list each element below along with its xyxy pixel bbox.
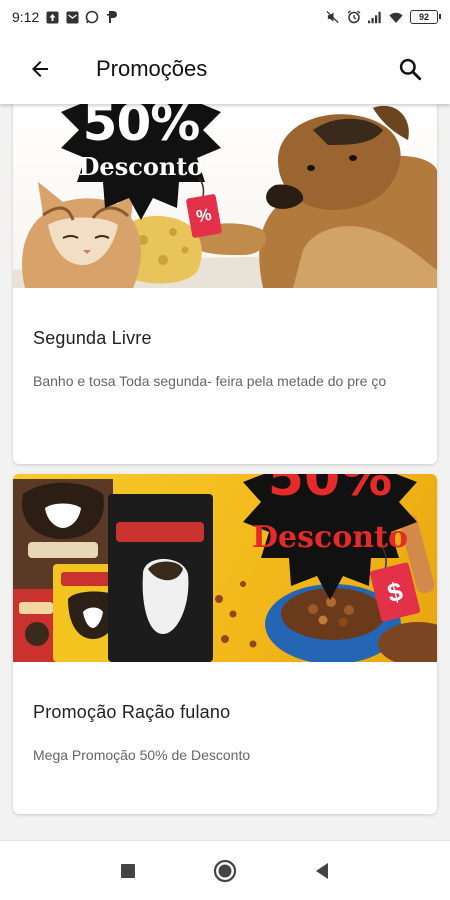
triangle-back-icon: [315, 862, 328, 879]
whatsapp-icon: [85, 10, 99, 24]
status-right: 92: [326, 10, 441, 24]
promotion-image: 50% Desconto %: [13, 104, 437, 288]
promotion-title: Segunda Livre: [33, 328, 152, 348]
upload-icon: [45, 10, 59, 24]
circle-home-icon: [213, 859, 237, 882]
mail-icon: [65, 10, 79, 24]
signal-icon: [368, 10, 382, 24]
promotion-description: Banho e tosa Toda segunda- feira pela me…: [33, 373, 387, 389]
search-icon: [399, 58, 422, 81]
recents-button[interactable]: [108, 851, 148, 891]
promotion-card[interactable]: 50% Desconto % Segunda Livre Banho e tos…: [13, 104, 437, 464]
card-body: Segunda Livre Banho e tosa Toda segunda-…: [13, 328, 437, 394]
search-button[interactable]: [390, 49, 430, 89]
system-nav-bar: [0, 840, 450, 900]
app-bar: Promoções: [0, 34, 450, 104]
payment-app-icon: [105, 10, 119, 24]
promotion-title: Promoção Ração fulano: [33, 702, 231, 722]
arrow-left-icon: [32, 61, 48, 77]
discount-value: 50%: [267, 474, 393, 508]
card-body: Promoção Ração fulano Mega Promoção 50% …: [13, 702, 437, 768]
tag-symbol: %: [194, 204, 214, 227]
status-left: 9:12: [12, 9, 119, 25]
promotion-image: 50% Desconto $: [13, 474, 437, 662]
back-button[interactable]: [20, 49, 60, 89]
discount-value: 50%: [82, 104, 201, 152]
page-title: Promoções: [96, 56, 208, 81]
square-recents-icon: [121, 863, 136, 878]
promotion-card[interactable]: 50% Desconto $ Promoção Ração fulano Meg…: [13, 474, 437, 814]
promotions-list: 50% Desconto % Segunda Livre Banho e tos…: [0, 104, 450, 840]
status-bar: 9:12 92: [0, 0, 450, 34]
mute-icon: [326, 10, 340, 24]
discount-label: Desconto: [252, 520, 408, 555]
status-time: 9:12: [12, 9, 40, 25]
tag-symbol: $: [384, 575, 406, 608]
alarm-icon: [347, 10, 361, 24]
back-nav-button[interactable]: [302, 851, 342, 891]
home-button[interactable]: [205, 851, 245, 891]
discount-label: Desconto: [78, 152, 204, 181]
wifi-icon: [389, 10, 403, 24]
promotion-description: Mega Promoção 50% de Desconto: [33, 747, 251, 763]
battery-icon: 92: [410, 10, 441, 24]
